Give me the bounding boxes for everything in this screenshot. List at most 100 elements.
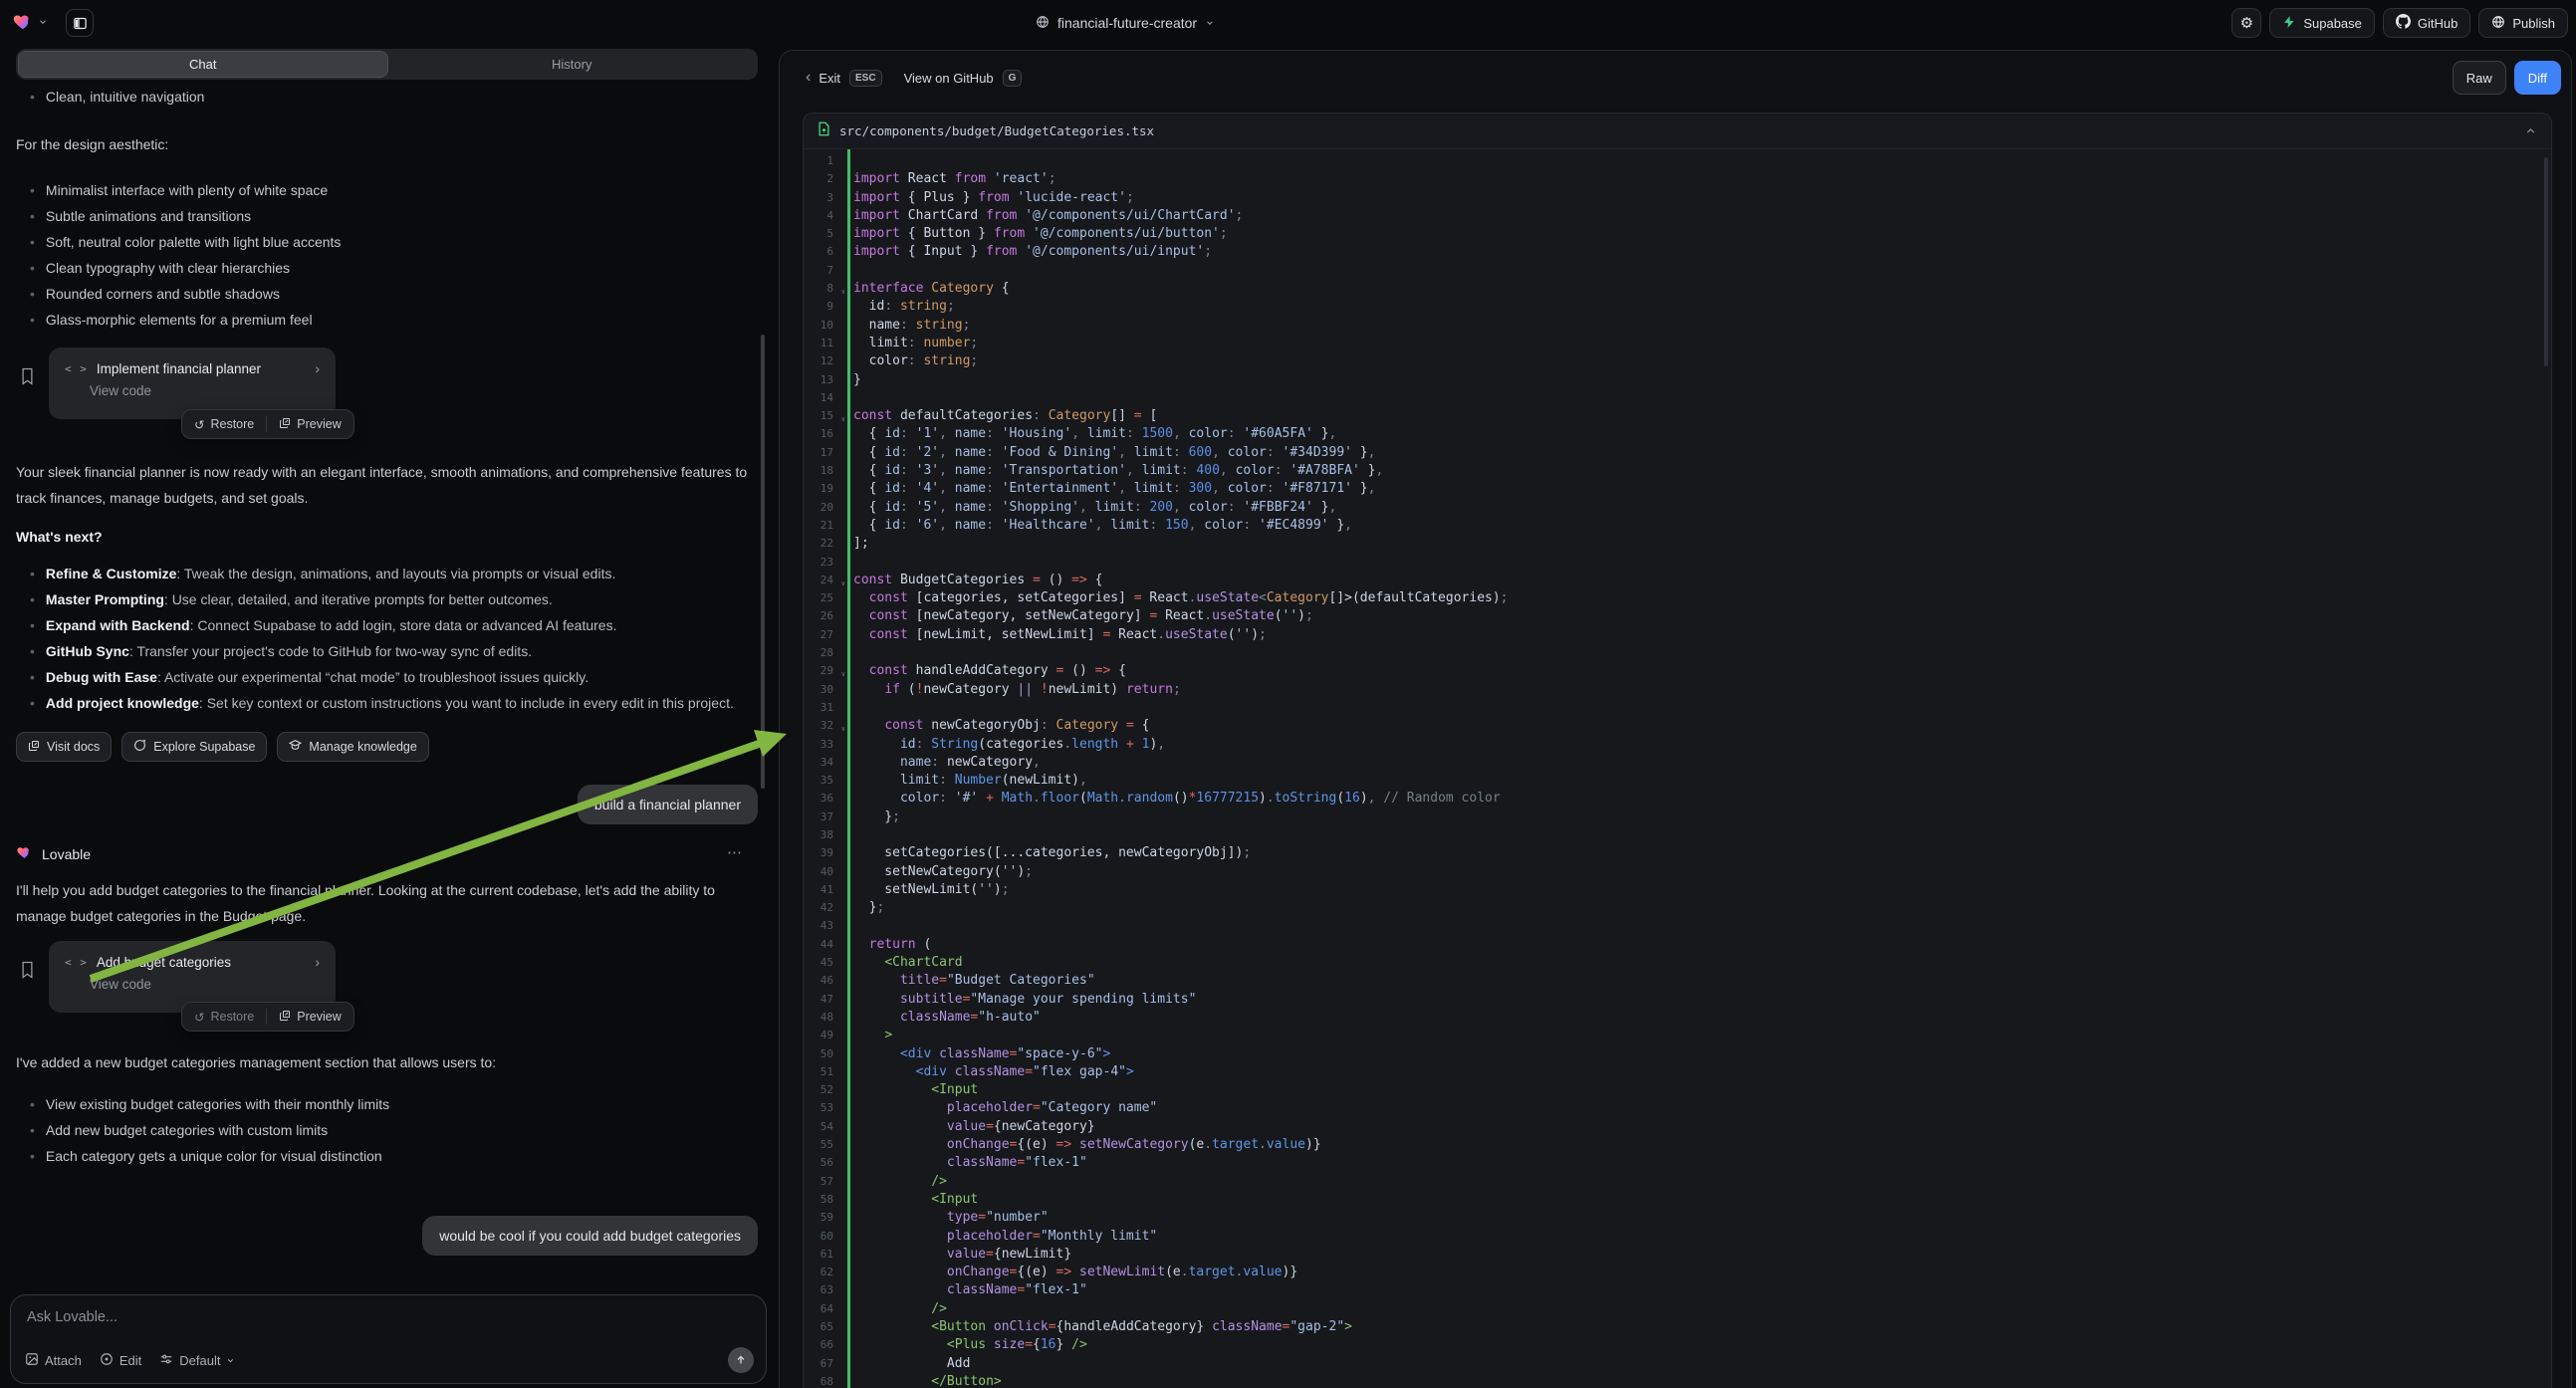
preview-button[interactable]: Preview bbox=[279, 1010, 341, 1025]
next-step-item: •Expand with Backend: Connect Supabase t… bbox=[16, 612, 758, 638]
next-steps-list: •Refine & Customize: Tweak the design, a… bbox=[16, 561, 758, 716]
code-token: } bbox=[1352, 481, 1368, 496]
diff-toggle-button[interactable]: Diff bbox=[2514, 61, 2561, 95]
code-scrollbar[interactable] bbox=[2544, 157, 2548, 366]
code-token: name bbox=[955, 500, 986, 515]
code-token bbox=[853, 608, 869, 623]
code-token: Category bbox=[1056, 718, 1126, 733]
code-token: ; bbox=[1002, 882, 1010, 897]
code-token: import bbox=[853, 190, 908, 205]
code-token: , bbox=[1375, 463, 1383, 478]
sidebar-toggle-button[interactable] bbox=[66, 9, 94, 37]
code-token: 16 bbox=[1041, 1337, 1056, 1352]
code-token: > bbox=[884, 1028, 892, 1042]
code-token: { bbox=[853, 518, 884, 533]
code-line-1: 1 bbox=[804, 152, 2551, 170]
code-token: "space-y-6" bbox=[1017, 1046, 1102, 1061]
card-row-1: < > Implement financial planner › View c… bbox=[16, 347, 758, 419]
code-editor[interactable]: 12import React from 'react';3import { Pl… bbox=[804, 149, 2551, 1388]
chat-input[interactable]: Ask Lovable... bbox=[27, 1309, 750, 1325]
github-button[interactable]: GitHub bbox=[2383, 8, 2470, 38]
code-token: string bbox=[900, 299, 947, 314]
view-code-link[interactable]: View code bbox=[90, 383, 320, 398]
code-token: ; bbox=[970, 353, 978, 368]
line-number: 60 bbox=[804, 1228, 841, 1246]
code-token: : bbox=[931, 755, 947, 770]
code-token: : bbox=[1173, 481, 1189, 496]
code-token: Category bbox=[931, 281, 1001, 296]
code-token: : bbox=[900, 463, 916, 478]
code-token: setCategories([...categories, newCategor… bbox=[853, 845, 1243, 860]
code-token: { bbox=[853, 426, 884, 441]
code-token: size bbox=[994, 1337, 1025, 1352]
code-token: target bbox=[1212, 1137, 1259, 1152]
logo-chevron-down-icon[interactable] bbox=[38, 14, 48, 32]
code-view-header: ‹ Exit ESC View on GitHub G Raw Diff bbox=[780, 51, 2571, 105]
bullet-item: •Minimalist interface with plenty of whi… bbox=[16, 177, 758, 203]
publish-button[interactable]: Publish bbox=[2478, 8, 2568, 38]
code-token bbox=[1033, 682, 1041, 697]
attach-button[interactable]: Attach bbox=[25, 1352, 82, 1369]
restore-button[interactable]: ↺ Restore bbox=[194, 1010, 254, 1025]
raw-toggle-button[interactable]: Raw bbox=[2453, 61, 2506, 95]
visit-docs-button[interactable]: Visit docs bbox=[16, 732, 112, 762]
view-on-github-button[interactable]: View on GitHub bbox=[904, 71, 994, 86]
code-token: ; bbox=[1126, 190, 1134, 205]
line-number: 17 bbox=[804, 444, 841, 462]
code-token: defaultCategories bbox=[900, 408, 1033, 423]
model-mode-dropdown[interactable]: Default bbox=[159, 1352, 235, 1369]
code-line-37: 37 }; bbox=[804, 809, 2551, 826]
code-token: setNewCategory( bbox=[853, 864, 1002, 879]
code-token: ; bbox=[1243, 845, 1251, 860]
bookmark-icon[interactable] bbox=[16, 941, 35, 984]
file-header-bar[interactable]: src/components/budget/BudgetCategories.t… bbox=[804, 114, 2551, 149]
exit-button[interactable]: Exit bbox=[819, 71, 840, 86]
diff-added-bar bbox=[847, 149, 850, 1388]
code-line-60: 60 placeholder="Monthly limit" bbox=[804, 1228, 2551, 1246]
bookmark-icon[interactable] bbox=[16, 347, 35, 390]
code-token: : bbox=[908, 336, 924, 350]
code-token: ; bbox=[892, 810, 900, 824]
code-token: handleAddCategory bbox=[916, 663, 1056, 678]
tab-history[interactable]: History bbox=[388, 51, 757, 78]
message-menu-button[interactable]: ⋯ bbox=[727, 843, 744, 861]
lovable-logo-icon[interactable] bbox=[12, 10, 34, 37]
explore-supabase-button[interactable]: Explore Supabase bbox=[121, 732, 267, 762]
bullet-dot: • bbox=[30, 1117, 35, 1143]
code-view-panel: ‹ Exit ESC View on GitHub G Raw Diff src… bbox=[779, 50, 2572, 1388]
code-token: } bbox=[853, 810, 892, 824]
edit-mode-button[interactable]: Edit bbox=[100, 1352, 141, 1369]
code-token: } bbox=[1329, 518, 1345, 533]
code-line-12: 12 color: string; bbox=[804, 352, 2551, 370]
code-token: { bbox=[1110, 663, 1126, 678]
code-line-67: 67 Add bbox=[804, 1355, 2551, 1373]
code-token: > bbox=[1126, 1064, 1134, 1079]
code-token: : bbox=[986, 463, 1002, 478]
line-number: 29∨ bbox=[804, 662, 841, 680]
preview-button[interactable]: Preview bbox=[279, 417, 341, 432]
code-token: from bbox=[955, 171, 994, 186]
code-token: <Input bbox=[931, 1192, 978, 1207]
chat-scrollbar[interactable] bbox=[761, 335, 765, 789]
code-token: : bbox=[1033, 408, 1049, 423]
code-token: : bbox=[916, 737, 932, 752]
next-step-item: •Add project knowledge: Set key context … bbox=[16, 690, 758, 716]
tab-chat[interactable]: Chat bbox=[18, 51, 388, 78]
line-number: 49 bbox=[804, 1027, 841, 1044]
supabase-button[interactable]: Supabase bbox=[2269, 8, 2375, 38]
code-token: setNewLimit( bbox=[853, 882, 978, 897]
code-token: , bbox=[1095, 518, 1111, 533]
manage-knowledge-button[interactable]: Manage knowledge bbox=[277, 732, 428, 762]
send-button[interactable] bbox=[728, 1347, 754, 1373]
line-number: 33 bbox=[804, 736, 841, 754]
code-token: , bbox=[1173, 426, 1189, 441]
view-code-link[interactable]: View code bbox=[90, 977, 320, 992]
line-number: 12 bbox=[804, 352, 841, 370]
code-token bbox=[1134, 737, 1142, 752]
collapse-chevron-up-icon[interactable] bbox=[2524, 124, 2537, 137]
project-switcher[interactable]: financial-future-creator bbox=[1036, 0, 1215, 46]
line-number: 36 bbox=[804, 790, 841, 808]
restore-button[interactable]: ↺ Restore bbox=[194, 417, 254, 432]
settings-button[interactable]: ⚙ bbox=[2231, 8, 2261, 38]
top-bullet: • Clean, intuitive navigation bbox=[16, 84, 758, 110]
